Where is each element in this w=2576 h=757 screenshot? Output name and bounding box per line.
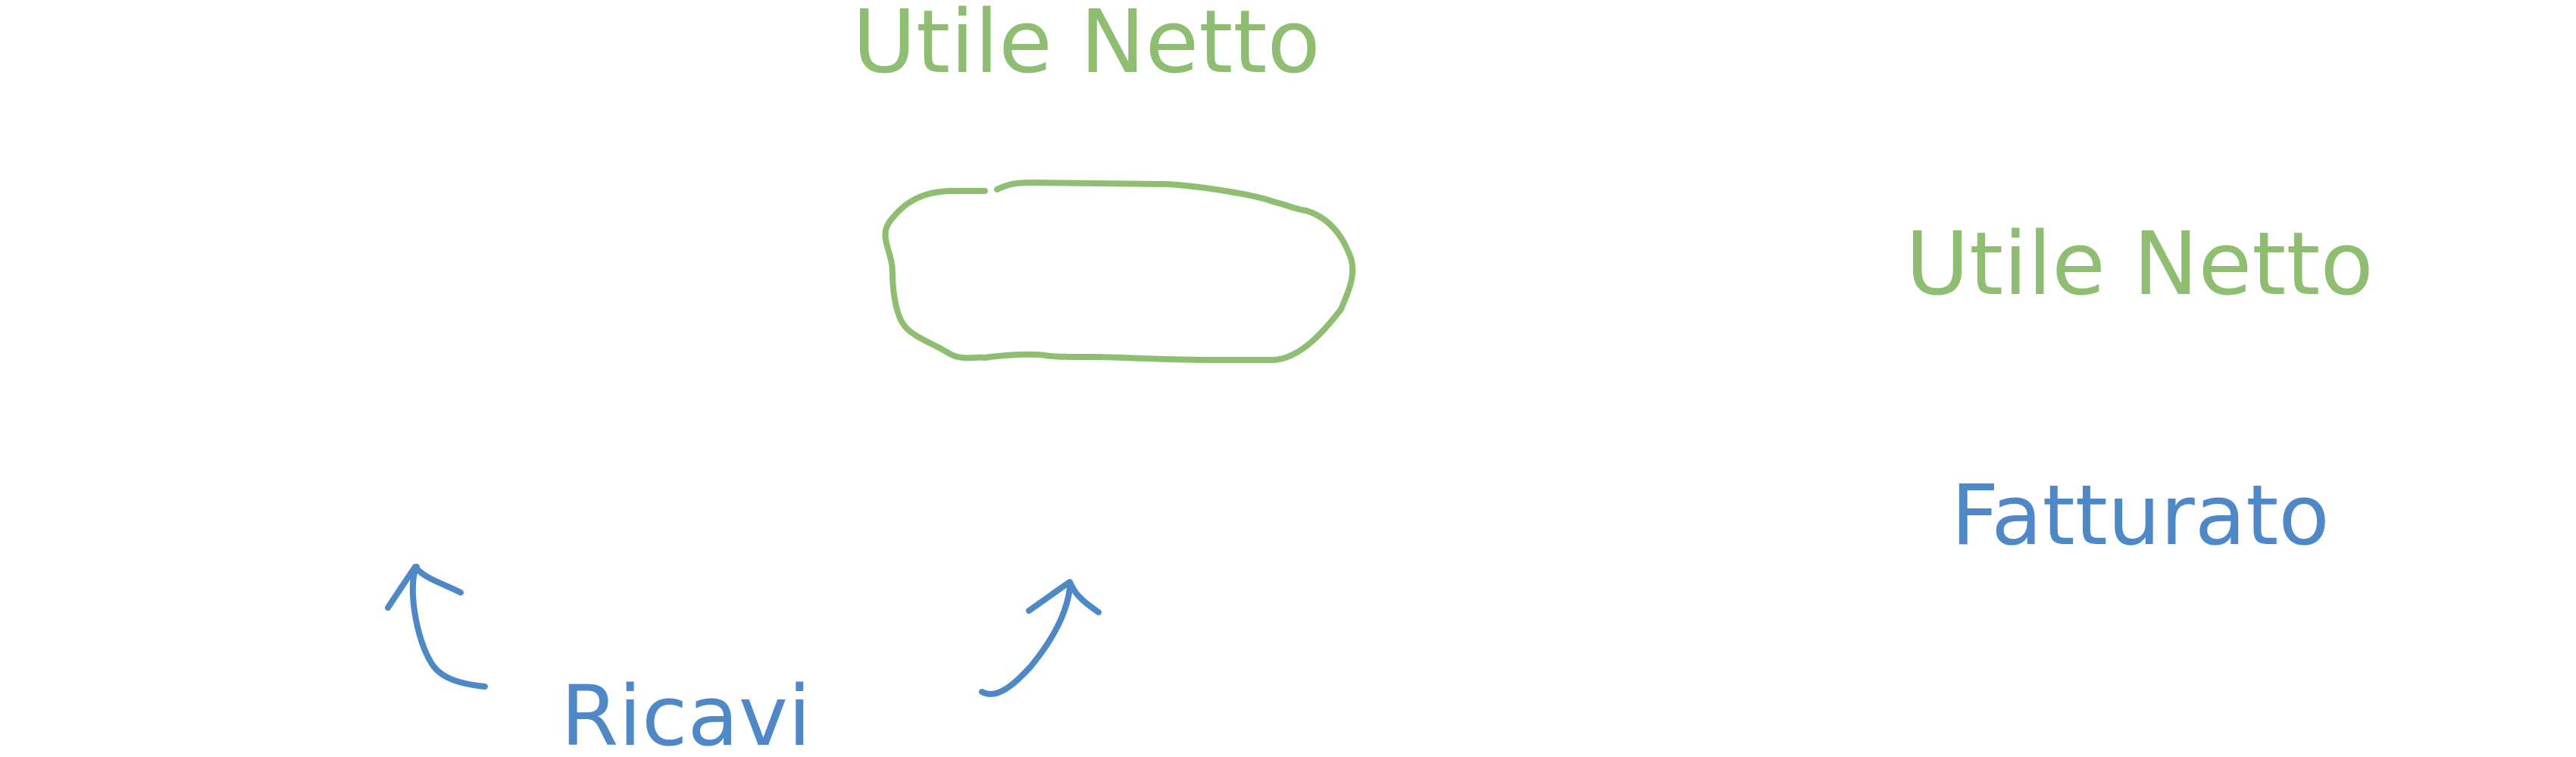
legend-label-blue: Fatturato — [1951, 467, 2330, 564]
rounded-box-left-stroke — [882, 188, 988, 361]
top-label: Utile Netto — [852, 0, 1321, 93]
rounded-box — [882, 180, 1356, 363]
legend-label-green: Utile Netto — [1905, 214, 2374, 315]
diagram-canvas: Utile Netto Utile Netto Fatturato Ricavi — [385, 0, 2374, 757]
left-arrow — [385, 564, 488, 690]
right-arrow-shaft — [979, 585, 1073, 697]
rounded-box-right-stroke — [982, 180, 1356, 363]
right-arrow — [979, 579, 1102, 697]
left-arrow-head — [385, 564, 464, 611]
bottom-label: Ricavi — [561, 668, 811, 757]
